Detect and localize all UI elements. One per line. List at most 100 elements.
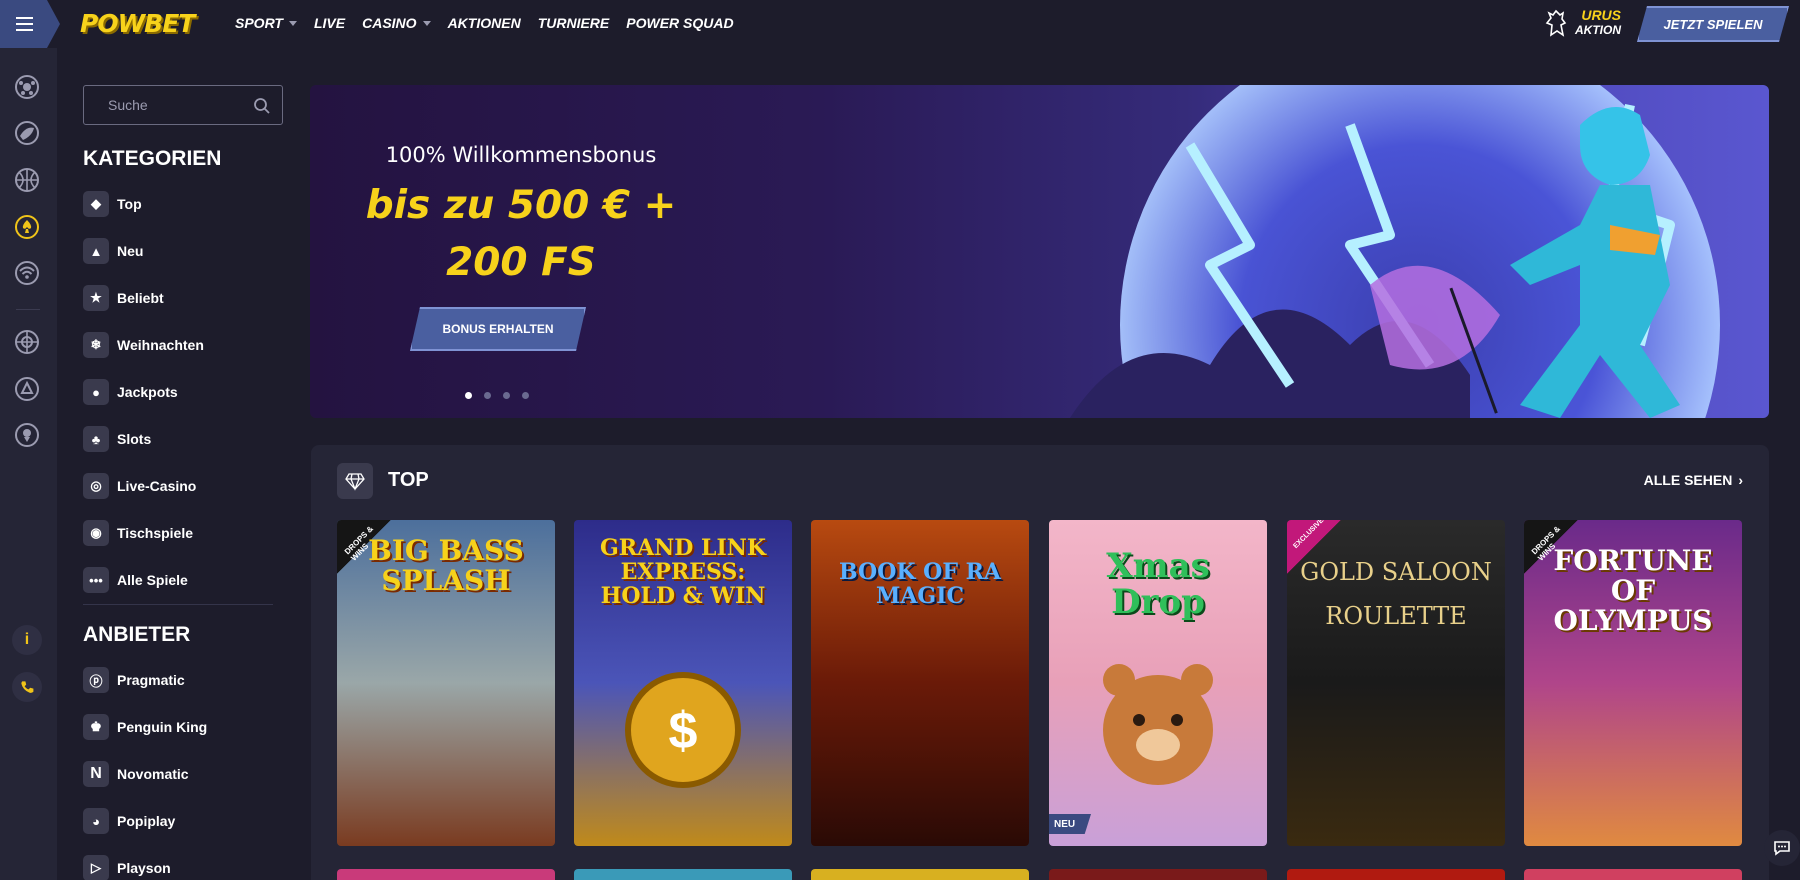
globe-icon: ◎ — [83, 473, 109, 499]
search-box[interactable] — [83, 85, 283, 125]
nav-power-squad[interactable]: POWER SQUAD — [626, 15, 733, 31]
section-title: TOP — [388, 469, 429, 491]
casino-page: POWBET SPORT LIVE CASINO AKTIONEN TURNIE… — [0, 0, 1800, 880]
urus-promo-link[interactable]: URUS AKTION — [1543, 8, 1621, 37]
playson-logo-icon: ▷ — [83, 855, 109, 880]
main-nav: SPORT LIVE CASINO AKTIONEN TURNIERE POWE… — [235, 15, 751, 31]
pragmatic-logo-icon: ⓟ — [83, 667, 109, 693]
rocket-icon[interactable] — [13, 119, 41, 147]
nav-aktionen[interactable]: AKTIONEN — [448, 15, 521, 31]
sidebar-item-popiplay[interactable]: ◕ Popiplay — [83, 808, 175, 834]
cherries-icon: ♣ — [83, 426, 109, 452]
sidebar-item-weihnachten[interactable]: ❄ Weihnachten — [83, 332, 204, 358]
providers-heading: ANBIETER — [83, 623, 191, 646]
nav-casino[interactable]: CASINO — [362, 15, 431, 31]
categories-heading: KATEGORIEN — [83, 147, 222, 170]
rail-divider — [16, 309, 40, 310]
basketball-icon[interactable] — [13, 166, 41, 194]
penguin-king-logo-icon: ♚ — [83, 714, 109, 740]
sidebar-item-neu[interactable]: ▲ Neu — [83, 238, 143, 264]
live-signal-icon[interactable] — [13, 259, 41, 287]
play-now-button[interactable]: JETZT SPIELEN — [1637, 6, 1789, 42]
phone-icon[interactable] — [12, 672, 42, 702]
game-tile-fortune-of-olympus[interactable]: DROPS & WINS FORTUNE OF OLYMPUS — [1524, 520, 1742, 846]
christmas-icon: ❄ — [83, 332, 109, 358]
sidebar-item-playson[interactable]: ▷ Playson — [83, 855, 171, 880]
search-icon[interactable] — [253, 97, 271, 115]
top-bar: POWBET SPORT LIVE CASINO AKTIONEN TURNIE… — [0, 0, 1800, 48]
game-title: GOLD SALOON ROULETTE — [1300, 558, 1492, 630]
popiplay-logo-icon: ◕ — [83, 808, 109, 834]
sidebar-item-pragmatic[interactable]: ⓟ Pragmatic — [83, 667, 185, 693]
more-icon: ••• — [83, 567, 109, 593]
menu-toggle-button[interactable] — [0, 0, 60, 48]
see-all-link[interactable]: ALLE SEHEN › — [1644, 472, 1743, 488]
chevron-down-icon — [288, 20, 297, 26]
novomatic-logo-icon: N — [83, 761, 109, 787]
top-games-section: TOP ALLE SEHEN › DROPS & WINS BIG BASS SP… — [311, 445, 1769, 880]
left-icon-rail: i — [0, 48, 57, 880]
jackpot-icon: ● — [83, 379, 109, 405]
sidebar-item-beliebt[interactable]: ★ Beliebt — [83, 285, 164, 311]
promo-line-2: AKTION — [1575, 23, 1621, 37]
nav-live[interactable]: LIVE — [314, 15, 345, 31]
search-input[interactable] — [108, 97, 248, 113]
coin-train-art: $ — [625, 672, 741, 788]
logo[interactable]: POWBET — [80, 9, 195, 38]
diamond-icon: ◆ — [83, 191, 109, 217]
hero-subtitle: 100% Willkommensbonus — [385, 143, 657, 167]
game-title: BIG BASS SPLASH — [368, 534, 524, 597]
sidebar-item-penguin-king[interactable]: ♚ Penguin King — [83, 714, 207, 740]
diamond-icon — [337, 463, 373, 499]
star-icon: ★ — [83, 285, 109, 311]
carousel-dots — [465, 392, 529, 399]
chevron-right-icon: › — [1738, 472, 1743, 488]
info-icon[interactable]: i — [12, 625, 42, 655]
carousel-dot-4[interactable] — [522, 392, 529, 399]
game-title: FORTUNE OF OLYMPUS — [1553, 544, 1713, 637]
nav-turniere[interactable]: TURNIERE — [538, 15, 610, 31]
sidebar-divider — [83, 604, 273, 605]
bull-mascot-icon — [1545, 9, 1567, 37]
game-tile-xmas-drop[interactable]: Xmas Drop NEU — [1049, 520, 1267, 846]
game-tile-row2[interactable] — [1287, 869, 1505, 880]
table-icon: ◉ — [83, 520, 109, 546]
game-tile-grand-link-express[interactable]: GRAND LINK EXPRESS: HOLD & WIN $ — [574, 520, 792, 846]
new-badge: NEU — [1049, 814, 1091, 834]
game-tile-big-bass-splash[interactable]: DROPS & WINS BIG BASS SPLASH — [337, 520, 555, 846]
game-title: BOOK OF RA MAGIC — [839, 559, 1001, 609]
hero-title: bis zu 500 € + 200 FS — [365, 183, 677, 285]
game-tile-row2[interactable] — [811, 869, 1029, 880]
sidebar-item-jackpots[interactable]: ● Jackpots — [83, 379, 178, 405]
sidebar-item-novomatic[interactable]: N Novomatic — [83, 761, 189, 787]
hamburger-icon — [16, 17, 33, 19]
soccer-ball-icon[interactable] — [13, 73, 41, 101]
game-tile-gold-saloon-roulette[interactable]: EXCLUSIVE GOLD SALOON ROULETTE — [1287, 520, 1505, 846]
crosshair-icon[interactable] — [13, 328, 41, 356]
hero-banner[interactable]: 100% Willkommensbonus bis zu 500 € + 200… — [310, 85, 1769, 418]
sidebar-item-slots[interactable]: ♣ Slots — [83, 426, 151, 452]
carousel-dot-3[interactable] — [503, 392, 510, 399]
game-tile-row2[interactable] — [574, 869, 792, 880]
sidebar-item-top[interactable]: ◆ Top — [83, 191, 142, 217]
carousel-dot-2[interactable] — [484, 392, 491, 399]
casino-chip-icon[interactable] — [13, 213, 41, 241]
promo-line-1: URUS — [1581, 7, 1621, 23]
bonus-claim-button[interactable]: BONUS ERHALTEN — [410, 307, 586, 351]
sidebar-item-live-casino[interactable]: ◎ Live-Casino — [83, 473, 196, 499]
flame-icon: ▲ — [83, 238, 109, 264]
chat-icon[interactable] — [1764, 830, 1800, 866]
sidebar-item-alle-spiele[interactable]: ••• Alle Spiele — [83, 567, 188, 593]
chevron-down-icon — [422, 20, 431, 26]
game-tile-row2[interactable] — [1049, 869, 1267, 880]
game-tile-row2[interactable] — [1524, 869, 1742, 880]
trophy-icon[interactable] — [13, 421, 41, 449]
teddy-bear-art — [1103, 664, 1213, 785]
sidebar-item-tischspiele[interactable]: ◉ Tischspiele — [83, 520, 193, 546]
svg-text:$: $ — [669, 702, 698, 760]
game-tile-book-of-ra-magic[interactable]: BOOK OF RA MAGIC — [811, 520, 1029, 846]
carousel-dot-1[interactable] — [465, 392, 472, 399]
game-tile-row2[interactable] — [337, 869, 555, 880]
poker-chip-icon[interactable] — [13, 375, 41, 403]
nav-sport[interactable]: SPORT — [235, 15, 297, 31]
